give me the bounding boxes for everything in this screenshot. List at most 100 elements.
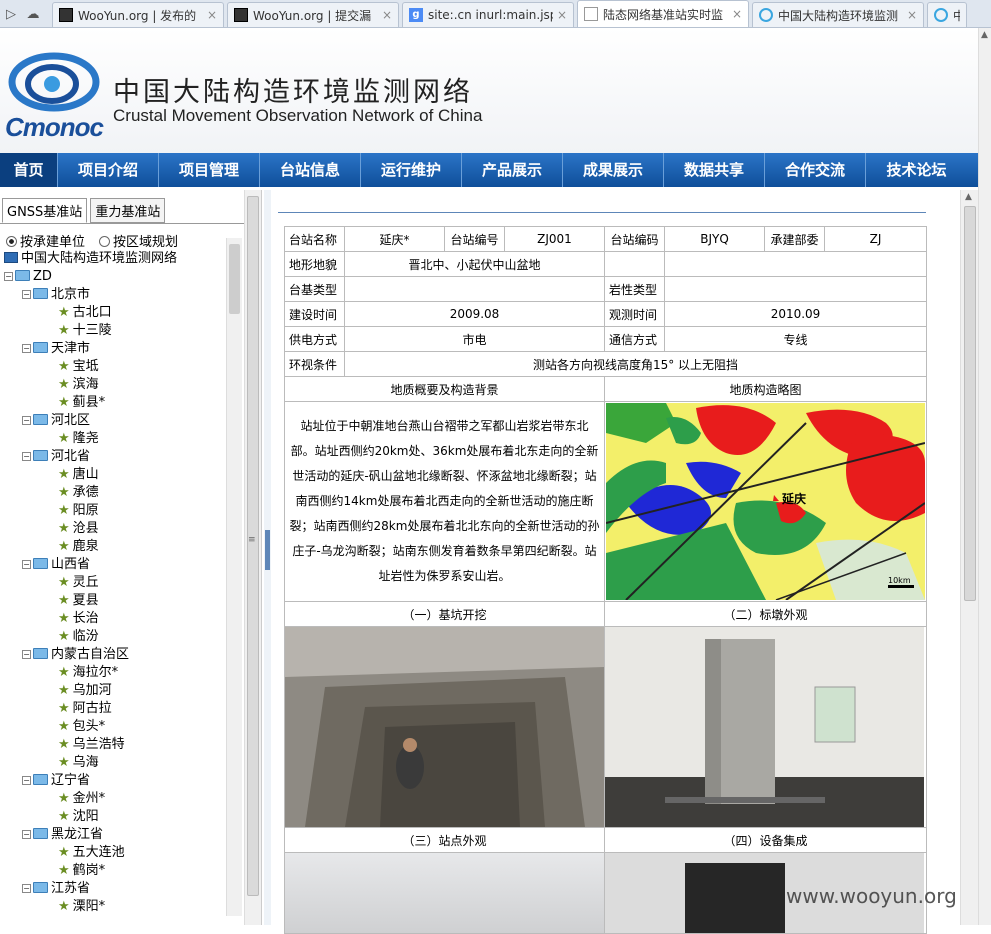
collapse-icon[interactable]: − — [4, 272, 13, 281]
tree-folder-item[interactable]: − 河北区 — [4, 412, 226, 430]
value-comm: 专线 — [664, 326, 927, 352]
station-icon: ★ — [58, 485, 70, 500]
collapse-icon[interactable]: − — [22, 884, 31, 893]
station-icon: ★ — [58, 701, 70, 716]
tree-station-item[interactable]: ★ 乌海 — [4, 754, 226, 772]
collapse-icon[interactable]: − — [22, 776, 31, 785]
collapse-icon[interactable]: − — [22, 650, 31, 659]
tree-station-item[interactable]: ★ 蓟县* — [4, 394, 226, 412]
nav-data-share[interactable]: 数据共享 — [664, 153, 765, 187]
panel-splitter[interactable] — [264, 190, 271, 925]
tree-station-item[interactable]: ★ 滨海 — [4, 376, 226, 394]
tree-station-item[interactable]: ★ 承德 — [4, 484, 226, 502]
tree-station-item[interactable]: ★ 临汾 — [4, 628, 226, 646]
tree-station-item[interactable]: ★ 阳原 — [4, 502, 226, 520]
tree-station-item[interactable]: ★ 海拉尔* — [4, 664, 226, 682]
radio-label: 按区域规划 — [113, 235, 179, 250]
collapse-icon[interactable]: − — [22, 290, 31, 299]
tree-folder-item[interactable]: − ZD — [4, 268, 226, 286]
tree-label: ZD — [33, 269, 52, 284]
tree-station-item[interactable]: ★ 长治 — [4, 610, 226, 628]
radio-by-region[interactable]: 按区域规划 — [99, 231, 178, 250]
radio-unchecked-icon[interactable] — [99, 236, 111, 247]
browser-tab[interactable]: WooYun.org | 发布的 × — [52, 2, 224, 27]
tree-station-item[interactable]: ★ 溧阳* — [4, 898, 226, 916]
map-scale-label: 10km — [888, 576, 911, 585]
tree-station-item[interactable]: ★ 鹿泉 — [4, 538, 226, 556]
tree-station-item[interactable]: ★ 十三陵 — [4, 322, 226, 340]
tree-station-item[interactable]: ★ 鹤岗* — [4, 862, 226, 880]
collapse-icon[interactable]: − — [22, 416, 31, 425]
tree-folder-item[interactable]: − 辽宁省 — [4, 772, 226, 790]
scroll-up-icon[interactable]: ▲ — [965, 192, 972, 202]
tree-station-item[interactable]: ★ 金州* — [4, 790, 226, 808]
tree-station-item[interactable]: ★ 隆尧 — [4, 430, 226, 448]
value-build-time: 2009.08 — [344, 301, 605, 327]
collapse-icon[interactable]: − — [22, 830, 31, 839]
tree-folder-item[interactable]: − 黑龙江省 — [4, 826, 226, 844]
nav-project-intro[interactable]: 项目介绍 — [58, 153, 159, 187]
collapse-icon[interactable]: − — [22, 560, 31, 569]
tree-label: 河北区 — [51, 413, 91, 428]
tree-station-item[interactable]: ★ 乌兰浩特 — [4, 736, 226, 754]
browser-tab[interactable]: g site:.cn inurl:main.jsp × — [402, 2, 574, 27]
tree-folder-item[interactable]: − 北京市 — [4, 286, 226, 304]
radio-checked-icon[interactable] — [6, 236, 17, 247]
content-scrollbar[interactable]: ▲ — [960, 190, 978, 925]
scroll-thumb[interactable] — [229, 244, 240, 314]
tree-station-item[interactable]: ★ 沈阳 — [4, 808, 226, 826]
close-icon[interactable]: × — [732, 7, 742, 21]
sidebar-scrollbar[interactable]: ≡ — [244, 190, 261, 925]
nav-operation[interactable]: 运行维护 — [361, 153, 462, 187]
tree-label: 山西省 — [51, 557, 91, 572]
tree-station-item[interactable]: ★ 包头* — [4, 718, 226, 736]
nav-project-mgmt[interactable]: 项目管理 — [159, 153, 260, 187]
tree-scrollbar[interactable] — [226, 238, 242, 916]
tab-list-icon[interactable]: ▷ — [0, 1, 22, 27]
tree-folder-item[interactable]: − 天津市 — [4, 340, 226, 358]
nav-forum[interactable]: 技术论坛 — [866, 153, 967, 187]
tree-station-item[interactable]: ★ 阿古拉 — [4, 700, 226, 718]
tree-station-item[interactable]: ★ 五大连池 — [4, 844, 226, 862]
cloud-icon[interactable]: ☁ — [22, 1, 44, 27]
nav-station-info[interactable]: 台站信息 — [260, 153, 361, 187]
nav-products[interactable]: 产品展示 — [462, 153, 563, 187]
tree-station-item[interactable]: ★ 宝坻 — [4, 358, 226, 376]
nav-home[interactable]: 首页 — [0, 153, 58, 187]
tree-folder-item[interactable]: − 河北省 — [4, 448, 226, 466]
scroll-thumb[interactable] — [964, 206, 976, 601]
tree-station-item[interactable]: ★ 灵丘 — [4, 574, 226, 592]
browser-tab[interactable]: 中 — [927, 2, 967, 27]
close-icon[interactable]: × — [557, 8, 567, 22]
collapse-icon[interactable]: − — [22, 452, 31, 461]
close-icon[interactable]: × — [907, 8, 917, 22]
browser-tab[interactable]: WooYun.org | 提交漏 × — [227, 2, 399, 27]
tree-root[interactable]: 中国大陆构造环境监测网络 — [4, 250, 226, 268]
tab-gnss-station[interactable]: GNSS基准站 — [2, 198, 88, 223]
scroll-up-icon[interactable]: ▲ — [981, 30, 988, 40]
page-scrollbar[interactable]: ▲ — [978, 28, 991, 925]
close-icon[interactable]: × — [207, 8, 217, 22]
station-tree: 中国大陆构造环境监测网络 − ZD − 北京市 ★ 古北口 ★ 十三陵 − 天津市 ★ 宝坻 ★ 滨海 ★ 蓟县… — [4, 250, 226, 916]
splitter-handle[interactable] — [265, 530, 270, 570]
tree-station-item[interactable]: ★ 唐山 — [4, 466, 226, 484]
tree-folder-item[interactable]: − 江苏省 — [4, 880, 226, 898]
scroll-thumb[interactable] — [247, 196, 259, 896]
browser-tab[interactable]: 陆态网络基准站实时监 × — [577, 0, 749, 27]
collapse-icon[interactable]: − — [22, 344, 31, 353]
tree-folder-item[interactable]: − 内蒙古自治区 — [4, 646, 226, 664]
station-icon: ★ — [58, 377, 70, 392]
value-obs-time: 2010.09 — [664, 301, 927, 327]
tree-station-item[interactable]: ★ 夏县 — [4, 592, 226, 610]
radio-by-builder[interactable]: 按承建单位 — [6, 231, 85, 250]
tree-station-item[interactable]: ★ 古北口 — [4, 304, 226, 322]
close-icon[interactable]: × — [382, 8, 392, 22]
tree-station-item[interactable]: ★ 乌加河 — [4, 682, 226, 700]
nav-results[interactable]: 成果展示 — [563, 153, 664, 187]
tree-folder-item[interactable]: − 山西省 — [4, 556, 226, 574]
tree-station-item[interactable]: ★ 沧县 — [4, 520, 226, 538]
tab-gravity-station[interactable]: 重力基准站 — [90, 198, 166, 223]
browser-tab[interactable]: 中国大陆构造环境监测 × — [752, 2, 924, 27]
nav-cooperation[interactable]: 合作交流 — [765, 153, 866, 187]
folder-open-icon — [15, 270, 30, 281]
